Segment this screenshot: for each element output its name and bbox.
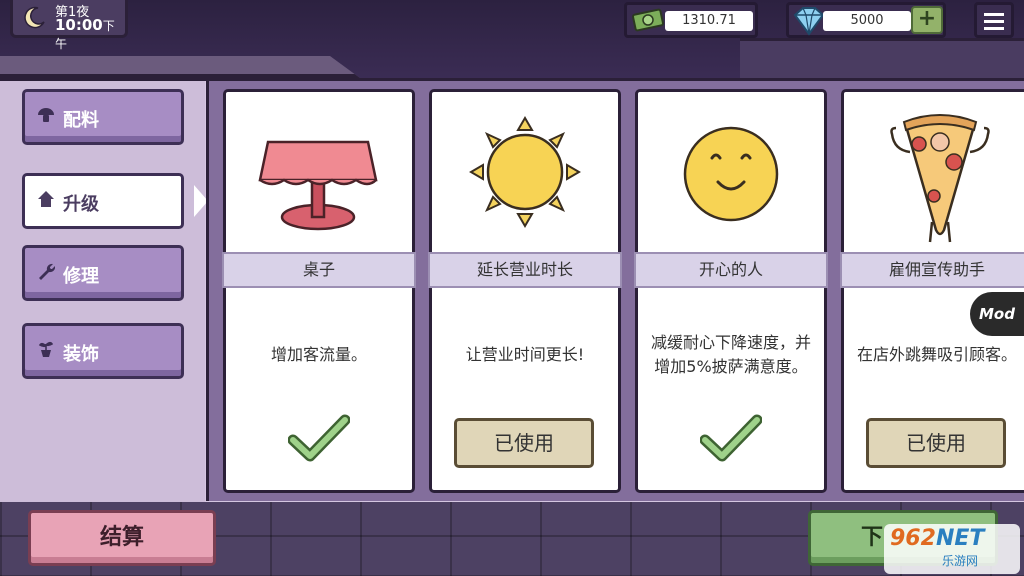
category-sidebar: 配料 升级 修理 装饰: [0, 81, 205, 502]
upgrade-card-table[interactable]: 桌子 增加客流量。: [222, 89, 416, 493]
money-icon: [632, 8, 664, 32]
used-button[interactable]: 已使用: [454, 418, 594, 468]
upgrade-panel: 配料 升级 修理 装饰 桌子 增加客流量。 延长营业时长 让营业时间更长! 已使…: [0, 78, 1024, 502]
money-value: 1310.71: [665, 11, 753, 31]
tab-ingredients[interactable]: 配料: [22, 89, 184, 145]
moon-icon: [24, 6, 45, 29]
hamburger-menu-icon: [984, 13, 1004, 16]
mod-badge[interactable]: Mod: [970, 292, 1024, 336]
menu-button[interactable]: [974, 2, 1014, 38]
upgrade-card-list: 桌子 增加客流量。 延长营业时长 让营业时间更长! 已使用 开心的人 减缓耐心下…: [206, 81, 1024, 501]
watermark-subtitle: 乐游网: [942, 554, 979, 568]
pizza-mascot-icon: [890, 114, 990, 243]
tab-label: 升级: [63, 194, 99, 215]
site-watermark: 962NET 乐游网: [884, 524, 1020, 574]
card-description: 让营业时间更长!: [465, 345, 585, 364]
gem-display: 5000 +: [786, 2, 946, 38]
tab-label: 配料: [63, 110, 99, 131]
watermark-logo: 962NET: [890, 526, 985, 551]
card-description: 减缓耐心下降速度，并增加5%披萨满意度。: [650, 333, 811, 376]
night-time-indicator: 第1夜 10:00下午: [10, 0, 128, 51]
card-title: 桌子: [222, 252, 416, 288]
gem-value: 5000: [823, 11, 911, 31]
wrench-icon: [37, 262, 56, 285]
tab-label: 修理: [63, 266, 99, 287]
background-roof: [0, 56, 360, 78]
plant-pot-icon: [37, 340, 55, 363]
upgrade-card-extend-hours[interactable]: 延长营业时长 让营业时间更长! 已使用: [428, 89, 622, 493]
tab-upgrade[interactable]: 升级: [22, 173, 184, 229]
money-display: 1310.71: [624, 2, 758, 38]
upgrade-card-happy-people[interactable]: 开心的人 减缓耐心下降速度，并增加5%披萨满意度。: [634, 89, 828, 493]
mushroom-icon: [37, 106, 55, 129]
settle-button[interactable]: 结算: [28, 510, 216, 566]
clock-time: 10:00下午: [55, 16, 115, 51]
check-icon: [288, 414, 350, 462]
smiley-face-icon: [683, 126, 779, 222]
card-title: 开心的人: [634, 252, 828, 288]
tab-label: 装饰: [63, 344, 99, 365]
check-icon: [700, 414, 762, 462]
add-gems-button[interactable]: +: [911, 6, 943, 34]
card-title: 延长营业时长: [428, 252, 622, 288]
tab-repair[interactable]: 修理: [22, 245, 184, 301]
card-title: 雇佣宣传助手: [840, 252, 1024, 288]
table-icon: [258, 140, 378, 231]
tab-decoration[interactable]: 装饰: [22, 323, 184, 379]
home-icon: [37, 190, 55, 213]
used-button[interactable]: 已使用: [866, 418, 1006, 468]
upgrade-card-hire-promoter[interactable]: 雇佣宣传助手 在店外跳舞吸引顾客。 已使用: [840, 89, 1024, 493]
sun-icon: [469, 116, 581, 228]
card-description: 增加客流量。: [270, 345, 367, 364]
